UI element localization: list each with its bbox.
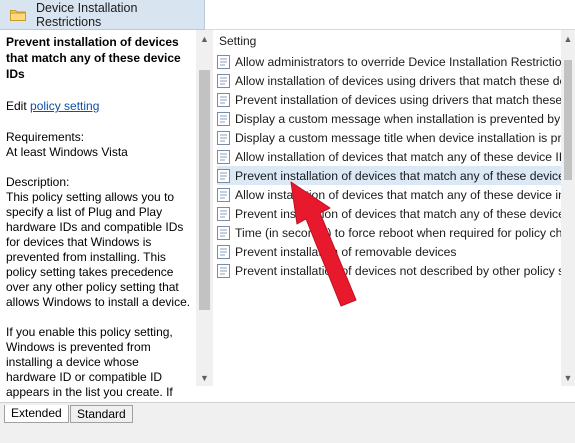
- policy-setting-icon: [217, 130, 230, 145]
- scroll-up-arrow-icon[interactable]: ▲: [561, 30, 575, 47]
- policy-row[interactable]: Allow administrators to override Device …: [217, 52, 575, 71]
- policy-row-label: Prevent installation of removable device…: [235, 244, 457, 259]
- policy-setting-icon: [217, 73, 230, 88]
- policy-row-label: Time (in seconds) to force reboot when r…: [235, 225, 575, 240]
- policy-row-label: Prevent installation of devices that mat…: [235, 206, 575, 221]
- settings-list: Allow administrators to override Device …: [217, 52, 575, 280]
- policy-row-label: Prevent installation of devices that mat…: [235, 168, 575, 183]
- description-content: Prevent installation of devices that mat…: [6, 34, 192, 402]
- policy-setting-icon: [217, 168, 230, 183]
- policy-row[interactable]: Prevent installation of removable device…: [217, 242, 575, 261]
- policy-row[interactable]: Allow installation of devices that match…: [217, 185, 575, 204]
- policy-row-label: Allow installation of devices that match…: [235, 187, 575, 202]
- policy-setting-icon: [217, 244, 230, 259]
- folder-icon: [10, 9, 26, 21]
- policy-row[interactable]: Prevent installation of devices using dr…: [217, 90, 575, 109]
- policy-row[interactable]: Prevent installation of devices not desc…: [217, 261, 575, 280]
- scroll-down-arrow-icon[interactable]: ▼: [561, 369, 575, 386]
- requirements-text: Requirements: At least Windows Vista: [6, 130, 128, 159]
- description-pane: Prevent installation of devices that mat…: [0, 30, 213, 402]
- policy-row[interactable]: Prevent installation of devices that mat…: [217, 166, 575, 185]
- policy-setting-icon: [217, 149, 230, 164]
- edit-prefix: Edit: [6, 99, 31, 113]
- policy-row[interactable]: Prevent installation of devices that mat…: [217, 204, 575, 223]
- policy-row[interactable]: Allow installation of devices that match…: [217, 147, 575, 166]
- policy-setting-icon: [217, 111, 230, 126]
- policy-row[interactable]: Time (in seconds) to force reboot when r…: [217, 223, 575, 242]
- policy-setting-link[interactable]: policy setting: [30, 99, 99, 113]
- policy-row-label: Allow installation of devices that match…: [235, 149, 574, 164]
- policy-setting-icon: [217, 225, 230, 240]
- policy-row-label: Display a custom message when installati…: [235, 111, 575, 126]
- policy-setting-icon: [217, 92, 230, 107]
- view-tabs-bar: Extended Standard: [0, 402, 575, 443]
- scroll-down-arrow-icon[interactable]: ▼: [196, 369, 213, 386]
- policy-setting-icon: [217, 263, 230, 278]
- scroll-up-arrow-icon[interactable]: ▲: [196, 30, 213, 47]
- policy-title: Prevent installation of devices that mat…: [6, 35, 181, 81]
- policy-row[interactable]: Display a custom message title when devi…: [217, 128, 575, 147]
- policy-row-label: Allow installation of devices using driv…: [235, 73, 575, 88]
- description-scrollbar[interactable]: ▲ ▼: [196, 30, 213, 386]
- policy-row-label: Prevent installation of devices not desc…: [235, 263, 575, 278]
- policy-setting-icon: [217, 187, 230, 202]
- policy-row[interactable]: Display a custom message when installati…: [217, 109, 575, 128]
- tab-extended[interactable]: Extended: [4, 405, 69, 423]
- tab-standard[interactable]: Standard: [70, 405, 133, 423]
- settings-list-pane: Setting Allow administrators to override…: [213, 30, 575, 402]
- policy-row[interactable]: Allow installation of devices using driv…: [217, 71, 575, 90]
- category-title: Device Installation Restrictions: [36, 0, 138, 29]
- policy-row-label: Allow administrators to override Device …: [235, 54, 575, 69]
- category-header: Device Installation Restrictions: [0, 0, 205, 30]
- settings-scrollbar[interactable]: ▲ ▼: [561, 30, 575, 386]
- header-bar: Device Installation Restrictions: [0, 0, 575, 32]
- enable-text: If you enable this policy setting, Windo…: [6, 325, 186, 402]
- edit-line: Edit policy setting: [6, 98, 192, 114]
- policy-setting-icon: [217, 54, 230, 69]
- settings-scroll-thumb[interactable]: [564, 60, 572, 180]
- description-scroll-thumb[interactable]: [199, 70, 210, 310]
- policy-setting-icon: [217, 206, 230, 221]
- policy-row-label: Display a custom message title when devi…: [235, 130, 575, 145]
- policy-row-label: Prevent installation of devices using dr…: [235, 92, 575, 107]
- setting-column-header[interactable]: Setting: [219, 32, 256, 50]
- description-text: Description: This policy setting allows …: [6, 175, 191, 309]
